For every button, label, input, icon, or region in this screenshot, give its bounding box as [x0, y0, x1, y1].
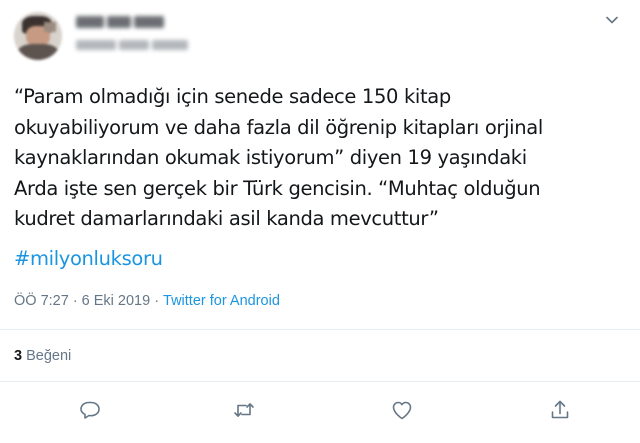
reply-icon[interactable]: [79, 398, 103, 422]
meta-separator-2: ·: [154, 293, 160, 309]
tweet-time[interactable]: ÖÖ 7:27: [14, 293, 69, 309]
retweet-icon[interactable]: [232, 398, 256, 422]
likes-stat[interactable]: 3 Beğeni: [14, 347, 71, 365]
share-icon[interactable]: [548, 398, 572, 422]
author-handle-redacted: [76, 40, 206, 52]
divider-top: [0, 329, 640, 330]
hashtag-link[interactable]: #milyonluksoru: [14, 246, 163, 272]
chevron-down-icon[interactable]: [604, 12, 620, 28]
author-name-redacted: [76, 16, 196, 30]
tweet-text: “Param olmadığı için senede sadece 150 k…: [14, 85, 543, 230]
tweet-meta: ÖÖ 7:27 · 6 Eki 2019 · Twitter for Android: [14, 292, 280, 310]
tweet-date[interactable]: 6 Eki 2019: [82, 293, 151, 309]
tweet-source-link[interactable]: Twitter for Android: [163, 293, 280, 309]
tweet-card: “Param olmadığı için senede sadece 150 k…: [0, 0, 640, 443]
likes-label: Beğeni: [26, 348, 72, 364]
likes-count: 3: [14, 348, 23, 364]
avatar[interactable]: [14, 12, 62, 60]
action-bar: [0, 396, 640, 426]
author-info[interactable]: [76, 16, 216, 56]
heart-icon[interactable]: [390, 398, 414, 422]
meta-separator: ·: [72, 293, 78, 309]
divider-bottom: [0, 381, 640, 382]
